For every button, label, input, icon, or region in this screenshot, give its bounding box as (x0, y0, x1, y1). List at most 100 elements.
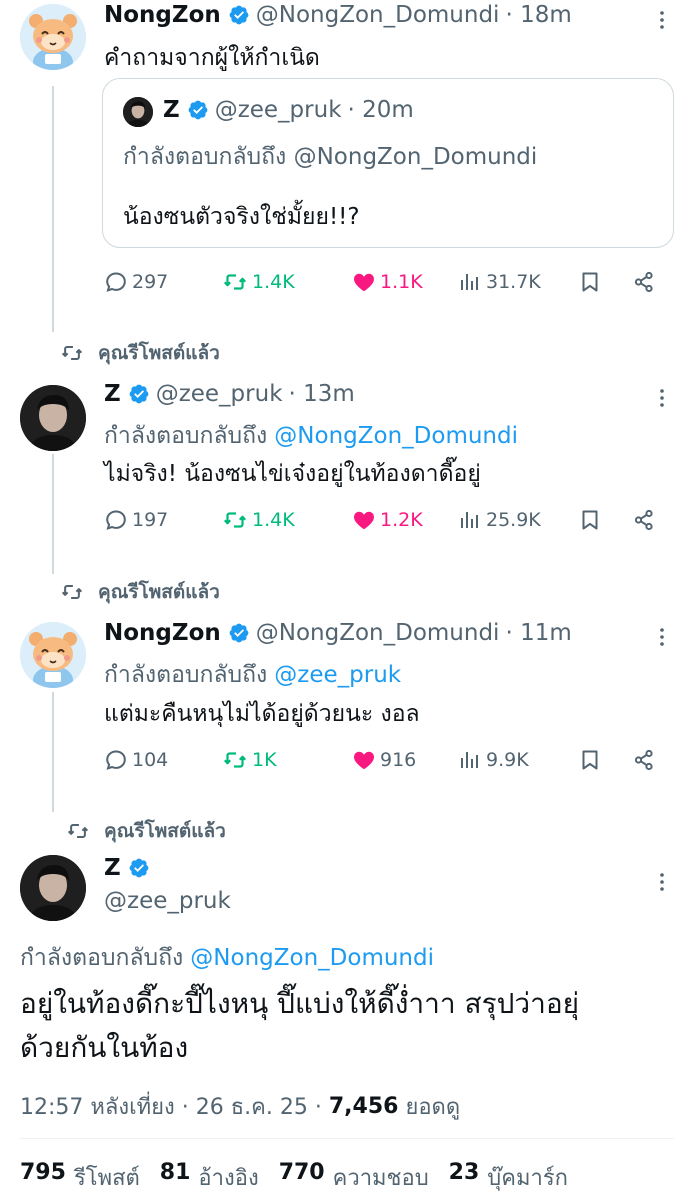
quote-stat-number[interactable]: 81 (160, 1160, 191, 1195)
repost-indicator-label: คุณรีโพสต์แล้ว (104, 820, 226, 842)
action-bar: 297 1.4K 1.1K 31.7K (104, 270, 664, 294)
repost-icon (222, 748, 248, 772)
main-tweet-text-line: ด้วยกันในท้อง (20, 1031, 189, 1064)
like-count: 1.2K (380, 509, 423, 531)
heart-icon (352, 508, 376, 532)
main-tweet-text-line: อยู่ในท้องดี๊กะปี๊ไงหนุ ปี๊แบ่งให้ดี๊ง่ำ… (20, 987, 580, 1020)
repost-stat-label[interactable]: รีโพสต์ (74, 1160, 140, 1195)
reply-context: กำลังตอบกลับถึง @zee_pruk (104, 657, 401, 693)
display-name[interactable]: NongZon (104, 2, 221, 28)
view-count: 7,456 (328, 1094, 399, 1119)
repost-button[interactable]: 1.4K (222, 508, 352, 532)
reply-button[interactable]: 197 (104, 508, 222, 532)
tweet-meta: 12:57 หลังเที่ยง · 26 ธ.ค. 25 · 7,456 ยอ… (20, 1089, 460, 1124)
repost-icon (222, 270, 248, 294)
reply-button[interactable]: 297 (104, 270, 222, 294)
heart-icon (352, 270, 376, 294)
like-button[interactable]: 1.1K (352, 270, 458, 294)
share-icon[interactable] (632, 270, 656, 294)
engagement-stats: 795 รีโพสต์ 81 อ้างอิง 770 ความชอบ 23 บุ… (20, 1160, 588, 1195)
like-button[interactable]: 1.2K (352, 508, 458, 532)
repost-count: 1.4K (252, 509, 295, 531)
main-tweet-text: อยู่ในท้องดี๊กะปี๊ไงหนุ ปี๊แบ่งให้ดี๊ง่ำ… (20, 982, 579, 1070)
views-icon (458, 748, 482, 772)
timestamp[interactable]: · 18m (505, 2, 571, 28)
timestamp: · 20m (347, 97, 414, 123)
repost-button[interactable]: 1K (222, 748, 352, 772)
like-stat-label[interactable]: ความชอบ (333, 1160, 429, 1195)
bookmark-icon[interactable] (578, 270, 602, 294)
bookmark-stat-label[interactable]: บุ๊คมาร์ก (487, 1160, 568, 1195)
reply-handle-link[interactable]: @NongZon_Domundi (274, 423, 518, 449)
quote-stat-label[interactable]: อ้างอิง (198, 1160, 258, 1195)
avatar[interactable] (20, 855, 86, 921)
reply-button[interactable]: 104 (104, 748, 222, 772)
verified-badge-icon (228, 622, 250, 644)
avatar[interactable] (20, 385, 86, 451)
display-name[interactable]: Z (104, 855, 121, 881)
reply-context-prefix: กำลังตอบกลับถึง (20, 945, 184, 971)
quoted-tweet[interactable]: Z @zee_pruk · 20m กำลังตอบกลับถึง @NongZ… (102, 78, 674, 248)
repost-indicator: คุณรีโพสต์แล้ว (60, 338, 220, 368)
handle[interactable]: @NongZon_Domundi (256, 2, 500, 28)
repost-indicator-label: คุณรีโพสต์แล้ว (98, 581, 220, 603)
handle[interactable]: @NongZon_Domundi (256, 620, 500, 646)
avatar[interactable] (20, 4, 86, 70)
view-count: 9.9K (486, 749, 529, 771)
handle[interactable]: @zee_pruk (156, 381, 283, 407)
more-icon[interactable] (650, 386, 674, 410)
repost-button[interactable]: 1.4K (222, 270, 352, 294)
tweet-header: NongZon @NongZon_Domundi · 11m (104, 620, 572, 646)
views-icon (458, 508, 482, 532)
more-icon[interactable] (650, 870, 674, 894)
reply-icon (104, 270, 128, 294)
tweet-header: NongZon @NongZon_Domundi · 18m (104, 2, 572, 28)
display-name[interactable]: NongZon (104, 620, 221, 646)
view-label: ยอดดู (405, 1095, 461, 1120)
timestamp[interactable]: · 11m (505, 620, 571, 646)
reply-context: กำลังตอบกลับถึง @NongZon_Domundi (104, 418, 518, 454)
repost-icon (60, 342, 84, 364)
share-icon[interactable] (632, 508, 656, 532)
bookmark-stat-number[interactable]: 23 (449, 1160, 480, 1195)
tweet-header: Z @zee_pruk · 13m (104, 381, 355, 407)
bookmark-icon[interactable] (578, 508, 602, 532)
action-bar: 104 1K 916 9.9K (104, 748, 664, 772)
like-button[interactable]: 916 (352, 748, 458, 772)
display-name[interactable]: Z (104, 381, 121, 407)
bookmark-icon[interactable] (578, 748, 602, 772)
verified-badge-icon (128, 857, 150, 879)
thread-line (52, 692, 54, 812)
repost-stat-number[interactable]: 795 (20, 1160, 66, 1195)
handle[interactable]: @zee_pruk (104, 888, 231, 914)
thread-line (52, 454, 54, 574)
reply-icon (104, 748, 128, 772)
repost-indicator-label: คุณรีโพสต์แล้ว (98, 342, 220, 364)
reply-context-prefix: กำลังตอบกลับถึง (104, 662, 268, 688)
reply-count: 104 (132, 749, 169, 771)
tweet-datetime[interactable]: 12:57 หลังเที่ยง · 26 ธ.ค. 25 · (20, 1089, 322, 1124)
view-count: 31.7K (486, 271, 541, 293)
reply-count: 197 (132, 509, 169, 531)
reply-handle-link[interactable]: @zee_pruk (274, 662, 401, 688)
timestamp[interactable]: · 13m (289, 381, 355, 407)
views-icon (458, 270, 482, 294)
more-icon[interactable] (650, 8, 674, 32)
repost-icon (66, 820, 90, 842)
author-name-row: Z (104, 855, 156, 881)
verified-badge-icon (128, 383, 150, 405)
avatar (123, 97, 153, 127)
views-button[interactable]: 9.9K (458, 748, 578, 772)
divider (20, 1138, 674, 1139)
repost-indicator: คุณรีโพสต์แล้ว (66, 816, 226, 846)
reply-context: กำลังตอบกลับถึง @NongZon_Domundi (20, 940, 434, 976)
avatar[interactable] (20, 622, 86, 688)
reply-handle-link[interactable]: @NongZon_Domundi (190, 945, 434, 971)
more-icon[interactable] (650, 625, 674, 649)
share-icon[interactable] (632, 748, 656, 772)
thread-line (52, 86, 54, 332)
like-stat-number[interactable]: 770 (279, 1160, 325, 1195)
views-button[interactable]: 25.9K (458, 508, 578, 532)
repost-count: 1.4K (252, 271, 295, 293)
views-button[interactable]: 31.7K (458, 270, 578, 294)
